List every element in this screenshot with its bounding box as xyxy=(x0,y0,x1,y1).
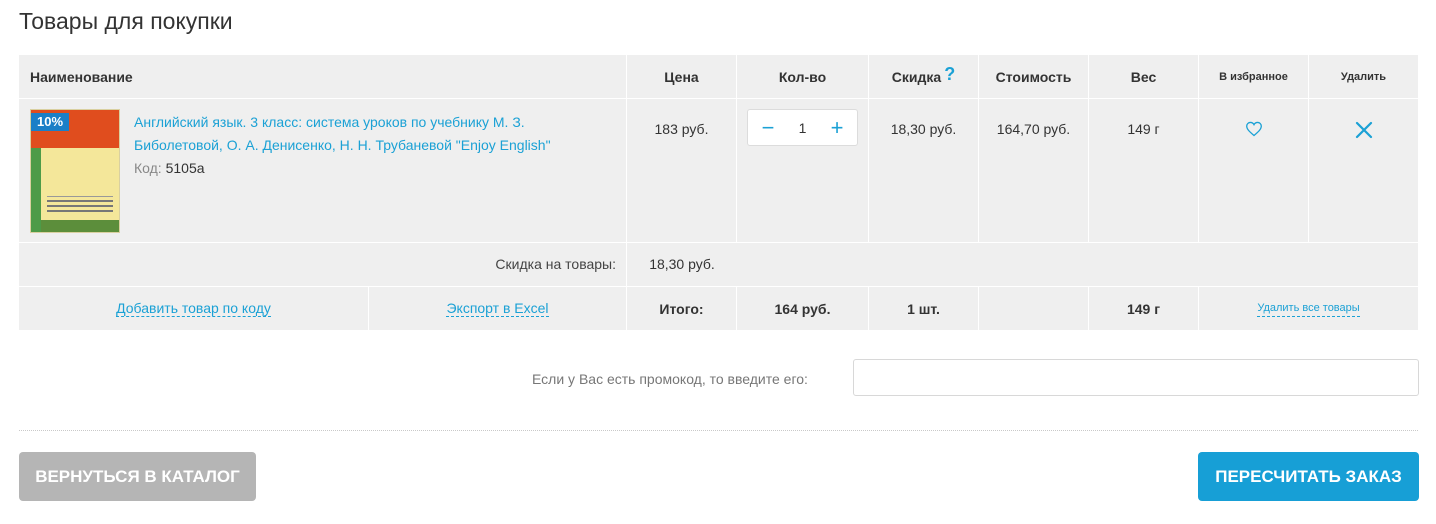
product-image[interactable]: 10% xyxy=(30,109,120,233)
item-weight: 149 г xyxy=(1089,99,1199,242)
total-empty xyxy=(979,287,1089,330)
total-label: Итого: xyxy=(627,287,737,330)
item-name-cell: 10% Английский язык. 3 класс: система ур… xyxy=(19,99,627,242)
discount-summary-row: Скидка на товары: 18,30 руб. xyxy=(19,243,1418,286)
header-discount: Скидка ? xyxy=(869,55,979,98)
quantity-stepper: − + xyxy=(747,109,858,146)
total-count: 1 шт. xyxy=(869,287,979,330)
item-price: 183 руб. xyxy=(627,99,737,242)
close-icon[interactable] xyxy=(1355,121,1373,142)
total-weight: 149 г xyxy=(1089,287,1199,330)
back-to-catalog-button[interactable]: Вернуться в каталог xyxy=(19,452,256,501)
recalculate-order-button[interactable]: Пересчитать заказ xyxy=(1198,452,1419,501)
book-cover-lines xyxy=(47,196,113,214)
header-favorite: В избранное xyxy=(1199,55,1309,98)
promo-label: Если у Вас есть промокод, то введите его… xyxy=(532,371,808,387)
table-header: Наименование Цена Кол-во Скидка ? Стоимо… xyxy=(19,55,1418,98)
book-cover-footer xyxy=(41,220,119,232)
product-title-link[interactable]: Английский язык. 3 класс: система уроков… xyxy=(134,111,614,157)
promo-code-input[interactable] xyxy=(853,359,1419,396)
cart-table: Наименование Цена Кол-во Скидка ? Стоимо… xyxy=(19,55,1418,330)
discount-summary-value: 18,30 руб. xyxy=(649,256,715,272)
header-delete: Удалить xyxy=(1340,70,1387,83)
header-weight: Вес xyxy=(1089,55,1199,98)
header-name: Наименование xyxy=(19,55,627,98)
page-title: Товары для покупки xyxy=(19,8,233,34)
item-favorite-cell xyxy=(1199,99,1309,242)
export-excel-link[interactable]: Экспорт в Excel xyxy=(446,300,549,317)
product-code-label: Код: xyxy=(134,160,162,176)
add-by-code-cell: Добавить товар по коду xyxy=(19,287,369,330)
table-row: 10% Английский язык. 3 класс: система ур… xyxy=(19,99,1418,242)
product-code-value: 5105а xyxy=(165,160,205,176)
add-by-code-link[interactable]: Добавить товар по коду xyxy=(116,300,271,317)
delete-all-link[interactable]: Удалить все товары xyxy=(1257,300,1360,317)
total-sum: 164 руб. xyxy=(737,287,869,330)
quantity-input[interactable] xyxy=(782,119,823,136)
item-qty-cell: − + xyxy=(737,99,869,242)
item-delete-cell xyxy=(1309,99,1418,242)
discount-badge: 10% xyxy=(31,113,69,131)
qty-decrease-button[interactable]: − xyxy=(758,116,778,139)
book-cover-spine xyxy=(31,148,41,232)
divider xyxy=(19,430,1418,431)
qty-increase-button[interactable]: + xyxy=(827,116,847,139)
product-code: Код: 5105а xyxy=(134,160,205,176)
header-qty: Кол-во xyxy=(737,55,869,98)
header-discount-label: Скидка xyxy=(891,68,942,85)
header-price: Цена xyxy=(627,55,737,98)
totals-row: Добавить товар по коду Экспорт в Excel И… xyxy=(19,287,1418,330)
header-cost: Стоимость xyxy=(979,55,1089,98)
heart-icon[interactable] xyxy=(1245,121,1263,140)
item-cost: 164,70 руб. xyxy=(979,99,1089,242)
discount-summary-label: Скидка на товары: xyxy=(495,256,616,272)
delete-all-cell: Удалить все товары xyxy=(1199,287,1418,330)
export-excel-cell: Экспорт в Excel xyxy=(369,287,627,330)
help-icon[interactable]: ? xyxy=(944,64,955,85)
discount-label-cell: Скидка на товары: xyxy=(19,243,627,286)
item-discount: 18,30 руб. xyxy=(869,99,979,242)
